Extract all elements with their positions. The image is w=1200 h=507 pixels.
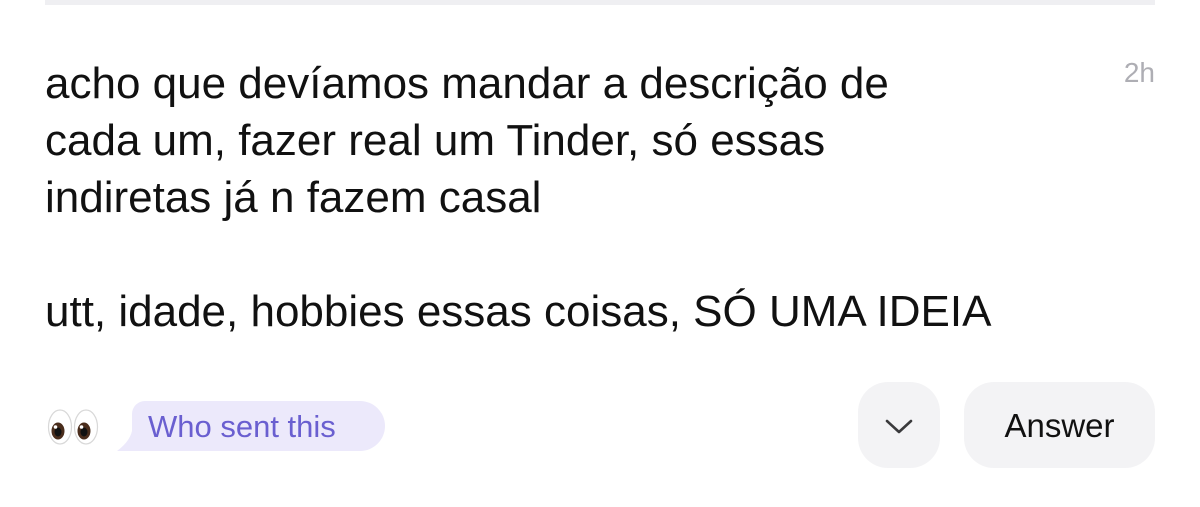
who-sent-this-label: Who sent this [148, 409, 336, 444]
answer-button[interactable]: Answer [964, 382, 1155, 468]
more-options-button[interactable] [858, 382, 940, 468]
top-divider [45, 0, 1155, 5]
who-sent-this-button[interactable]: Who sent this [117, 401, 385, 451]
timestamp: 2h [1123, 57, 1155, 88]
chevron-down-icon [885, 419, 913, 434]
eyes-emoji-icon[interactable] [47, 407, 99, 447]
message-text: acho que devíamos mandar a descrição de … [45, 59, 992, 336]
